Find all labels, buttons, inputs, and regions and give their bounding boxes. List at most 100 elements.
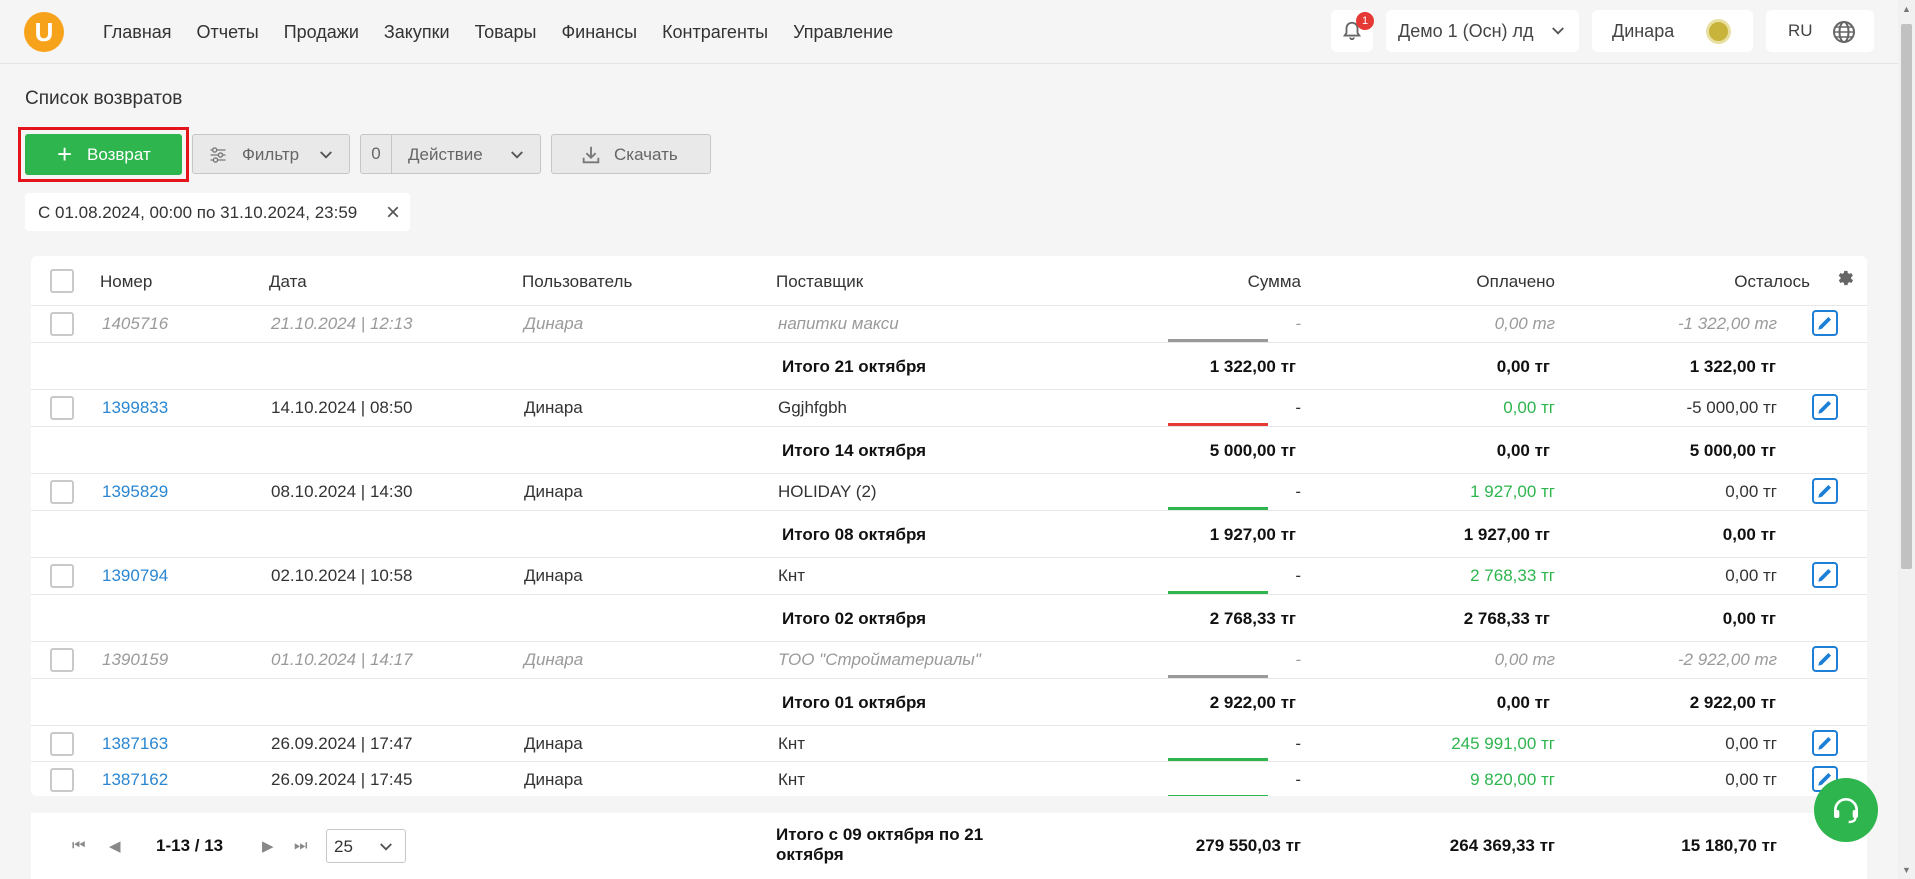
page-scrollbar[interactable]: ▲ ▼ [1898,0,1915,879]
return-number[interactable]: 1390159 [102,650,168,670]
filter-label: Фильтр [242,145,300,164]
nav-item-home[interactable]: Главная [103,22,172,43]
row-checkbox[interactable] [50,732,74,756]
nav-item-contractors[interactable]: Контрагенты [662,22,768,43]
action-dropdown[interactable]: 0 Действие [360,134,541,174]
first-page-icon[interactable]: ⏮ [72,837,86,854]
day-total-label: Итого 01 октября [782,693,927,712]
column-header-number[interactable]: Номер [100,272,152,292]
column-header-left[interactable]: Осталось [1734,272,1810,292]
settings-gear-icon[interactable] [1835,268,1855,288]
date-filter-label: С 01.08.2024, 00:00 по 31.10.2024, 23:59 [38,203,358,222]
close-icon[interactable]: × [386,199,400,227]
last-page-icon[interactable]: ⏭ [294,837,308,854]
return-number[interactable]: 1387162 [102,770,168,790]
grand-total-sum: 279 550,03 тг [1195,836,1301,855]
table-row[interactable]: 1390159 01.10.2024 | 14:17 Динара ТОО "С… [31,642,1867,679]
table-row[interactable]: 1399833 14.10.2024 | 08:50 Динара Ggjhfg… [31,390,1867,427]
nav-item-sales[interactable]: Продажи [284,22,359,43]
row-checkbox[interactable] [50,396,74,420]
edit-button[interactable] [1812,646,1838,672]
return-number[interactable]: 1399833 [102,398,168,418]
selected-count: 0 [361,135,392,173]
return-user: Динара [524,650,584,669]
date-filter-chip: С 01.08.2024, 00:00 по 31.10.2024, 23:59… [25,193,410,231]
language-select[interactable]: RU [1766,10,1874,52]
day-total-label: Итого 21 октября [782,357,927,376]
company-select[interactable]: Демо 1 (Осн) лд [1386,10,1579,52]
edit-button[interactable] [1812,478,1838,504]
prev-page-icon[interactable]: ◀ [109,837,121,855]
scroll-up-icon[interactable]: ▲ [1902,4,1911,14]
edit-button[interactable] [1812,310,1838,336]
add-button-highlight: + Возврат [18,127,189,182]
row-checkbox[interactable] [50,564,74,588]
language-label: RU [1788,21,1813,40]
top-bar: U Главная Отчеты Продажи Закупки Товары … [0,0,1898,64]
return-number[interactable]: 1387163 [102,734,168,754]
return-paid: 9 820,00 тг [1470,770,1555,789]
add-return-button[interactable]: + Возврат [25,134,182,175]
return-number[interactable]: 1390794 [102,566,168,586]
payment-status-bar [1168,507,1268,510]
headset-icon [1834,798,1858,824]
returns-table: Номер Дата Пользователь Поставщик Сумма … [31,256,1867,796]
nav-item-products[interactable]: Товары [475,22,537,43]
row-checkbox[interactable] [50,768,74,792]
edit-button[interactable] [1812,730,1838,756]
support-chat-button[interactable] [1814,778,1878,842]
edit-button[interactable] [1812,394,1838,420]
pencil-icon [1818,316,1832,330]
column-header-paid[interactable]: Оплачено [1476,272,1555,292]
nav-item-reports[interactable]: Отчеты [197,22,259,43]
return-paid: 0,00 тг [1494,650,1555,669]
sliders-icon [210,147,226,163]
per-page-value: 25 [334,837,353,856]
row-checkbox[interactable] [50,648,74,672]
table-row[interactable]: 1395829 08.10.2024 | 14:30 Динара HOLIDA… [31,474,1867,511]
nav-item-purchases[interactable]: Закупки [384,22,450,43]
return-left: 0,00 тг [1725,482,1777,501]
return-user: Динара [524,566,583,585]
chevron-down-icon [1552,27,1564,35]
scroll-down-icon[interactable]: ▼ [1902,865,1911,875]
pencil-icon [1818,652,1832,666]
day-total-sum: 5 000,00 тг [1209,441,1296,460]
select-all-checkbox[interactable] [50,269,74,293]
return-supplier: напитки макси [778,314,899,333]
table-row[interactable]: 1405716 21.10.2024 | 12:13 Динара напитк… [31,306,1867,343]
next-page-icon[interactable]: ▶ [262,837,274,855]
row-checkbox[interactable] [50,480,74,504]
table-row[interactable]: 1387162 26.09.2024 | 17:45 Динара Кнт - … [31,762,1867,796]
day-total-paid: 1 927,00 тг [1463,525,1550,544]
column-header-user[interactable]: Пользователь [522,272,632,292]
edit-button[interactable] [1812,562,1838,588]
return-sum: - [1295,650,1301,669]
return-number[interactable]: 1405716 [102,314,168,334]
day-total-left: 5 000,00 тг [1689,441,1776,460]
app-logo[interactable]: U [24,12,64,52]
table-row[interactable]: 1390794 02.10.2024 | 10:58 Динара Кнт - … [31,558,1867,595]
action-label: Действие [408,145,483,164]
nav-item-finance[interactable]: Финансы [561,22,637,43]
payment-status-bar [1168,591,1268,594]
nav-item-management[interactable]: Управление [793,22,893,43]
per-page-select[interactable]: 25 [326,829,406,863]
download-button[interactable]: Скачать [551,134,711,174]
table-row[interactable]: 1387163 26.09.2024 | 17:47 Динара Кнт - … [31,726,1867,762]
user-menu[interactable]: Динара [1592,10,1753,52]
return-supplier: Кнт [778,734,806,753]
notifications-button[interactable]: 1 [1331,10,1374,52]
return-paid: 245 991,00 тг [1451,734,1555,753]
column-header-sum[interactable]: Сумма [1248,272,1301,292]
scrollbar-thumb[interactable] [1901,24,1912,569]
pencil-icon [1818,568,1832,582]
return-number[interactable]: 1395829 [102,482,168,502]
return-sum: - [1295,314,1301,333]
day-total-left: 0,00 тг [1722,609,1776,628]
column-header-date[interactable]: Дата [269,272,307,292]
filter-button[interactable]: Фильтр [192,134,350,174]
return-date: 01.10.2024 | 14:17 [271,650,413,669]
column-header-supplier[interactable]: Поставщик [776,272,863,292]
row-checkbox[interactable] [50,312,74,336]
